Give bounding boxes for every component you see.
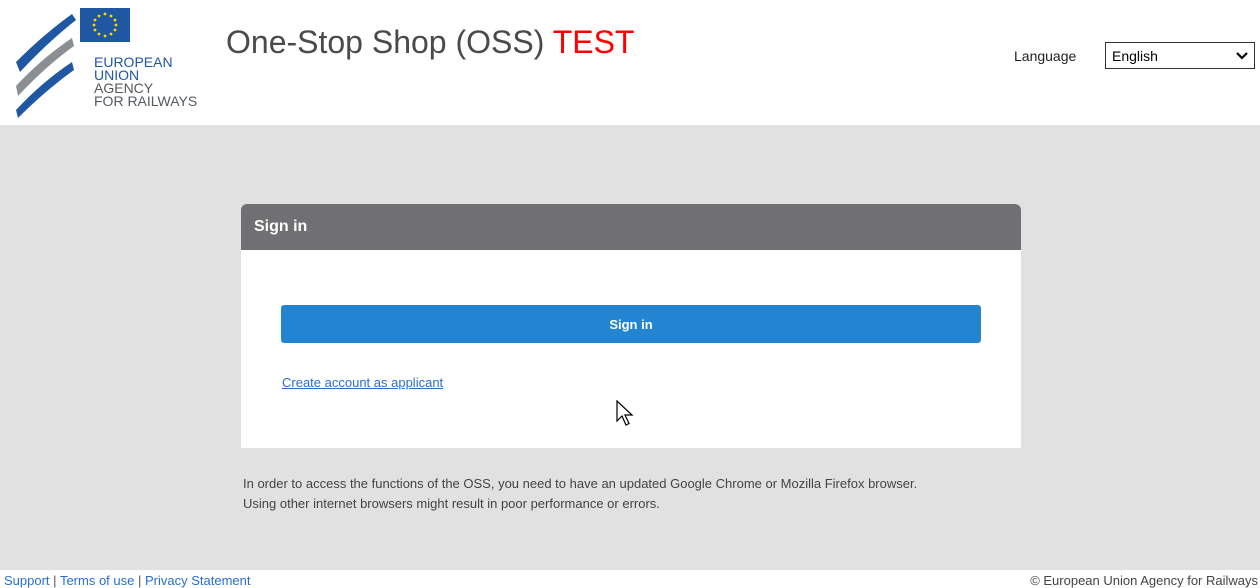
footer-links: Support | Terms of use | Privacy Stateme… bbox=[4, 573, 251, 588]
logo-line-railways: FOR RAILWAYS bbox=[94, 93, 198, 109]
header: EUROPEAN UNION AGENCY FOR RAILWAYS One-S… bbox=[0, 0, 1260, 125]
footer-privacy-link[interactable]: Privacy Statement bbox=[145, 573, 251, 588]
signin-panel-heading: Sign in bbox=[241, 204, 1021, 250]
footer-separator: | bbox=[138, 573, 142, 588]
signin-panel: Sign in Sign in Create account as applic… bbox=[241, 204, 1021, 448]
footer-separator: | bbox=[53, 573, 57, 588]
page-title-main: One-Stop Shop (OSS) bbox=[226, 24, 545, 60]
page-title: One-Stop Shop (OSS) TEST bbox=[226, 24, 634, 61]
main-content: Sign in Sign in Create account as applic… bbox=[0, 125, 1260, 570]
chevron-down-icon bbox=[1236, 52, 1248, 60]
footer-terms-link[interactable]: Terms of use bbox=[60, 573, 134, 588]
browser-info-line-1: In order to access the functions of the … bbox=[243, 476, 918, 491]
language-select[interactable]: English bbox=[1105, 42, 1255, 69]
mouse-cursor-icon bbox=[616, 400, 634, 426]
era-logo[interactable]: EUROPEAN UNION AGENCY FOR RAILWAYS bbox=[14, 6, 204, 121]
language-label: Language bbox=[1014, 48, 1077, 64]
logo-text: EUROPEAN UNION AGENCY FOR RAILWAYS bbox=[94, 55, 198, 109]
language-selected-value: English bbox=[1112, 48, 1158, 64]
create-account-link[interactable]: Create account as applicant bbox=[282, 375, 443, 390]
browser-info-text: In order to access the functions of the … bbox=[243, 474, 917, 514]
sign-in-button[interactable]: Sign in bbox=[281, 305, 981, 343]
page-title-test-badge: TEST bbox=[552, 24, 635, 60]
footer-support-link[interactable]: Support bbox=[4, 573, 50, 588]
footer-copyright: © European Union Agency for Railways bbox=[1030, 573, 1258, 588]
browser-info-line-2: Using other internet browsers might resu… bbox=[243, 496, 660, 511]
